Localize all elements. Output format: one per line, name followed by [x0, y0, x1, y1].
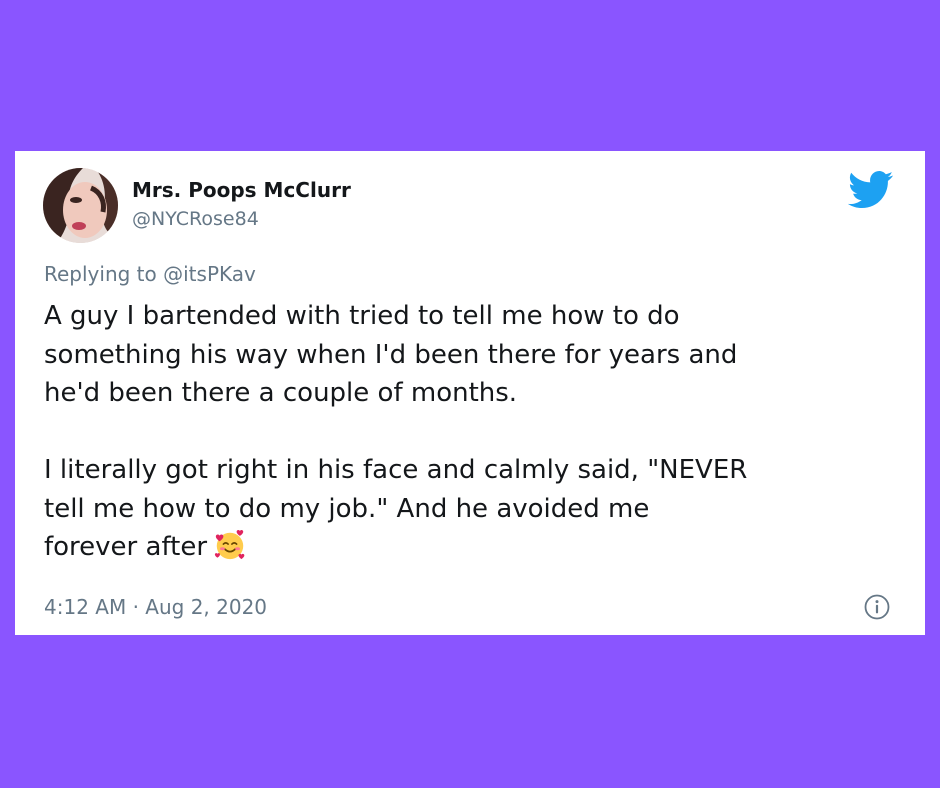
tweet-text-line: I literally got right in his face and ca… [44, 455, 748, 485]
tweet-text-line: tell me how to do my job." And he avoide… [44, 493, 650, 524]
info-icon[interactable] [864, 594, 890, 620]
tweet-card: Mrs. Poops McClurr @NYCRose84 Replying t… [15, 151, 925, 635]
twitter-bird-icon[interactable] [848, 171, 894, 209]
tweet-text-line: forever after [44, 532, 208, 562]
replying-to-label: Replying to [44, 262, 157, 286]
tweet-timestamp[interactable]: 4:12 AM · Aug 2, 2020 [44, 595, 267, 619]
smiling-face-with-hearts-icon [214, 530, 245, 560]
avatar[interactable] [43, 168, 118, 243]
tweet-text: A guy I bartended with tried to tell me … [44, 297, 904, 567]
replying-to: Replying to @itsPKav [44, 262, 256, 286]
tweet-text-line: something his way when I'd been there fo… [44, 339, 738, 370]
tweet-text-line: A guy I bartended with tried to tell me … [44, 301, 680, 331]
display-name[interactable]: Mrs. Poops McClurr [132, 178, 351, 202]
replying-to-mention[interactable]: @itsPKav [163, 262, 256, 286]
user-handle[interactable]: @NYCRose84 [132, 208, 259, 230]
tweet-text-line: he'd been there a couple of months. [44, 378, 518, 408]
tweet-text-line-last: forever after [44, 528, 904, 567]
